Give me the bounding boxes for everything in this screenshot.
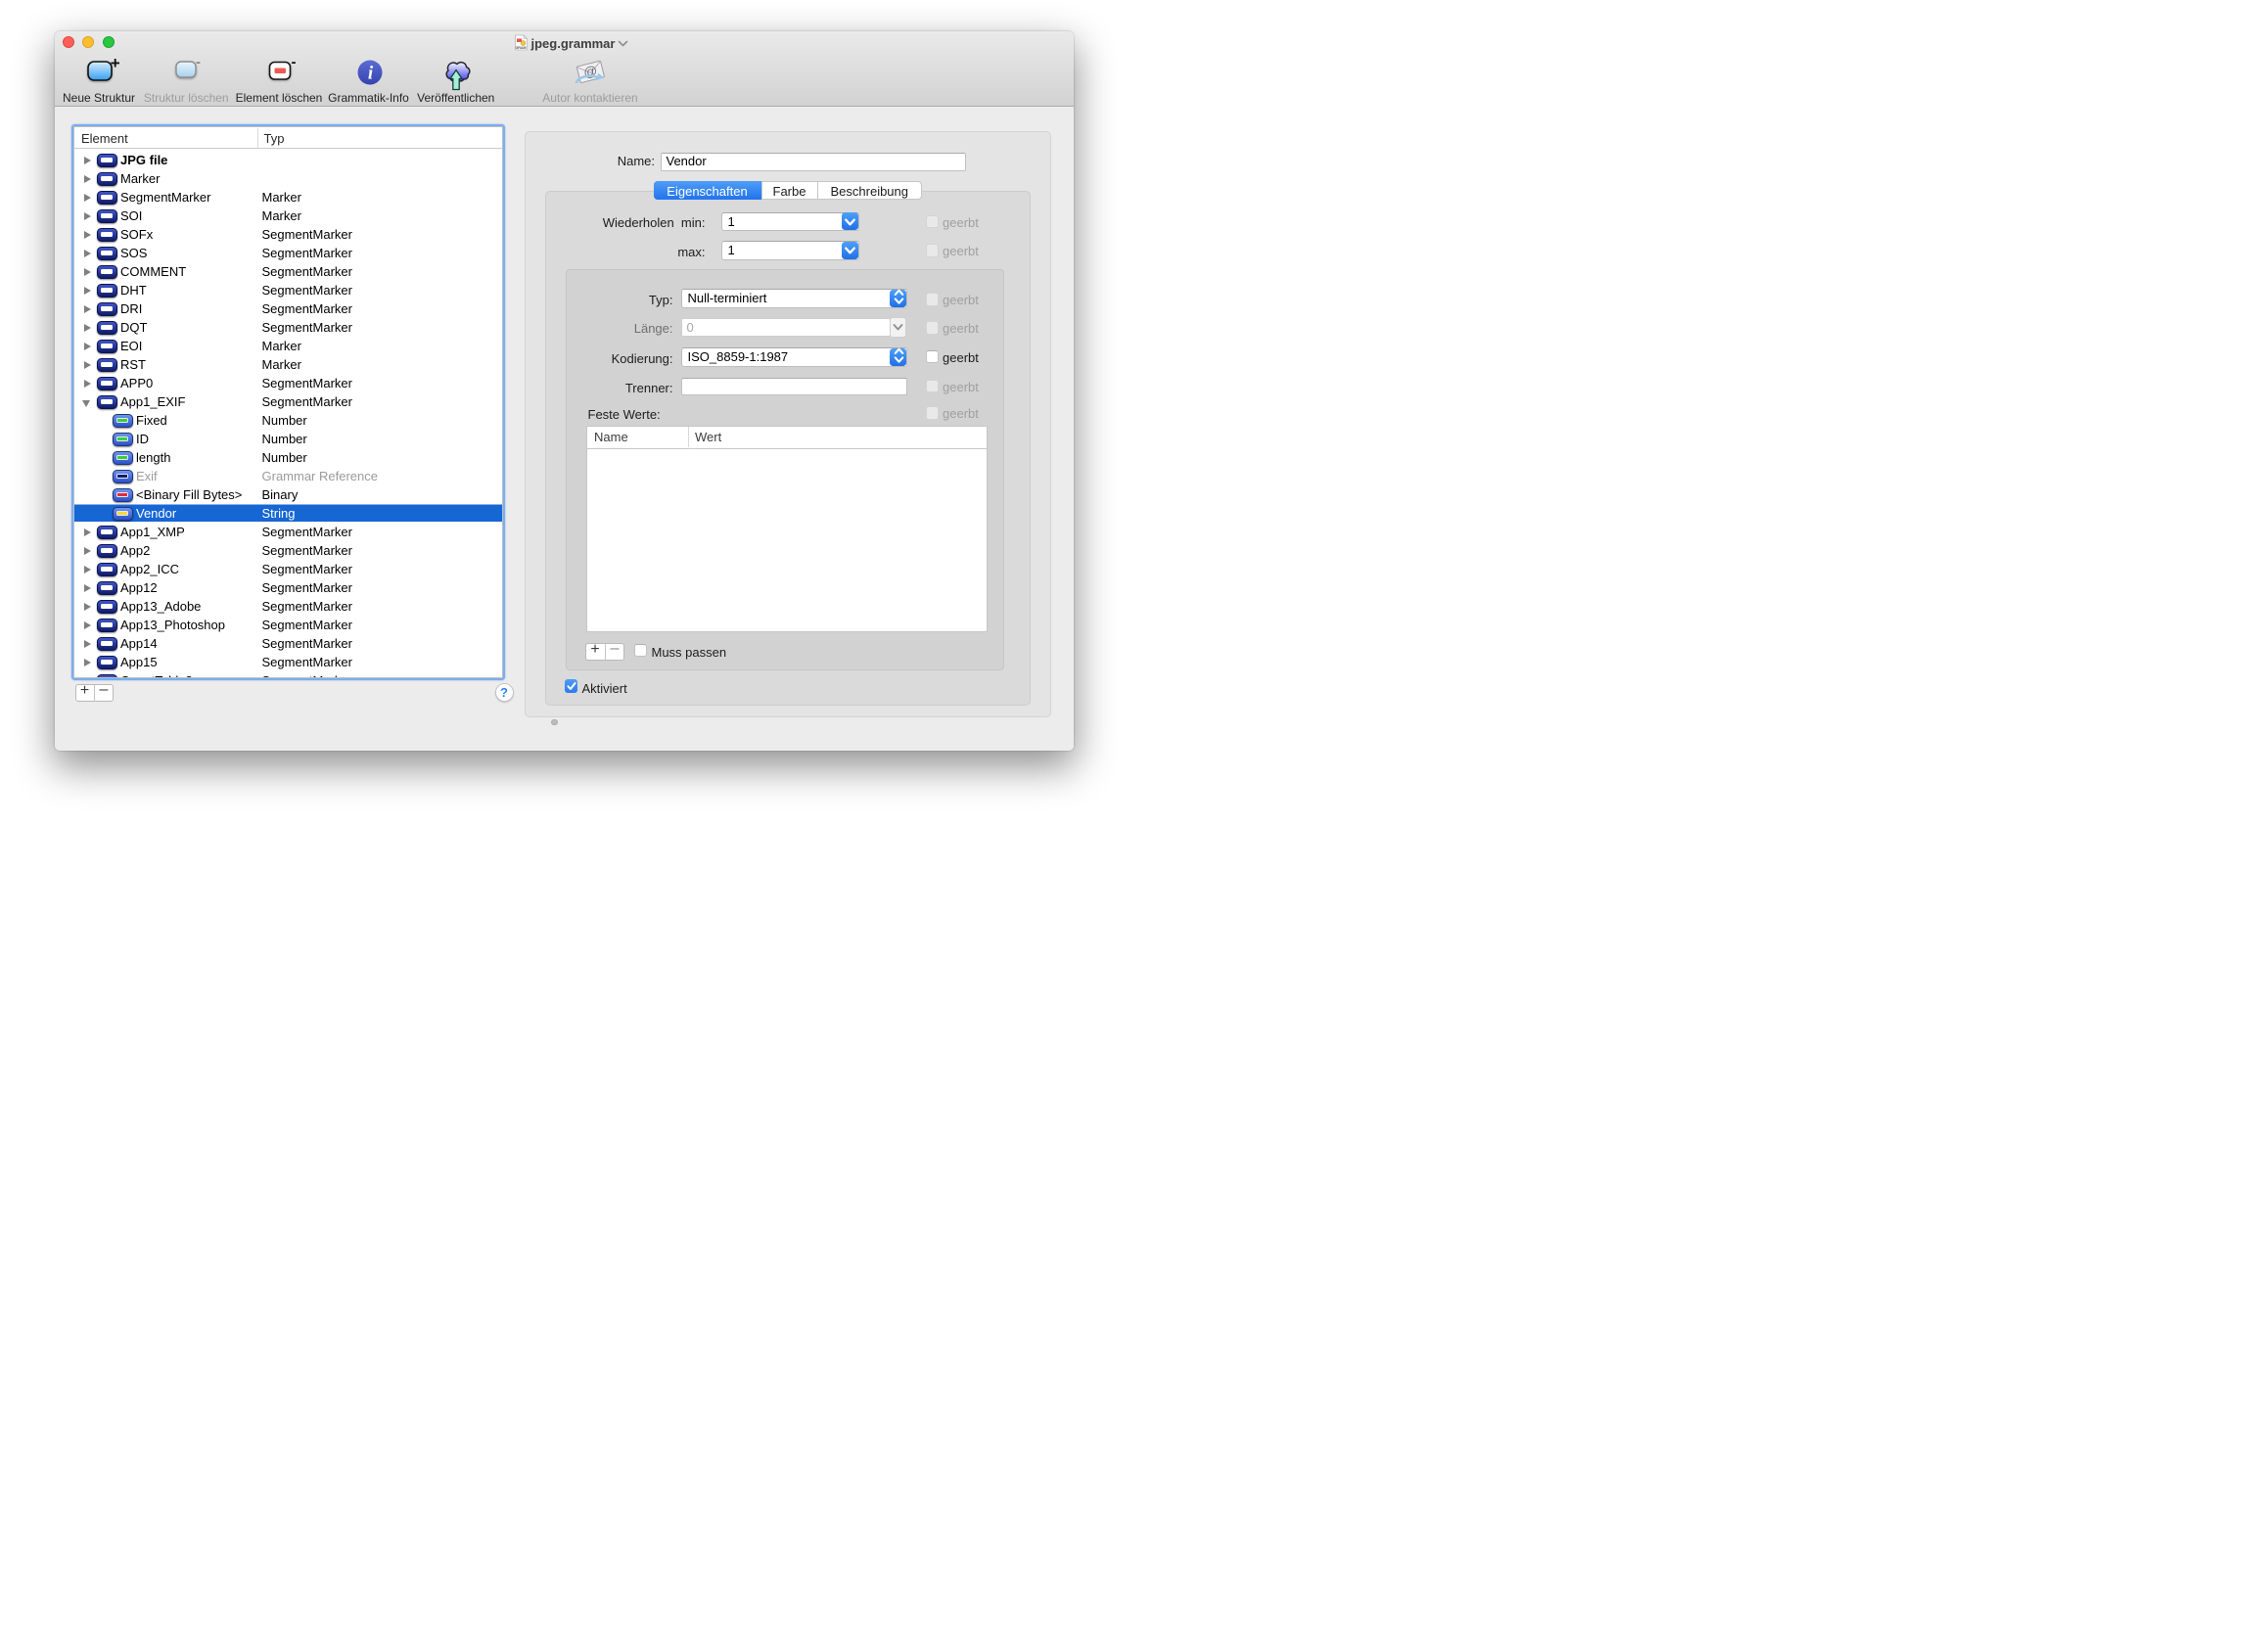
svg-text:i: i — [368, 64, 374, 84]
svg-text:GRAM: GRAM — [516, 46, 527, 50]
